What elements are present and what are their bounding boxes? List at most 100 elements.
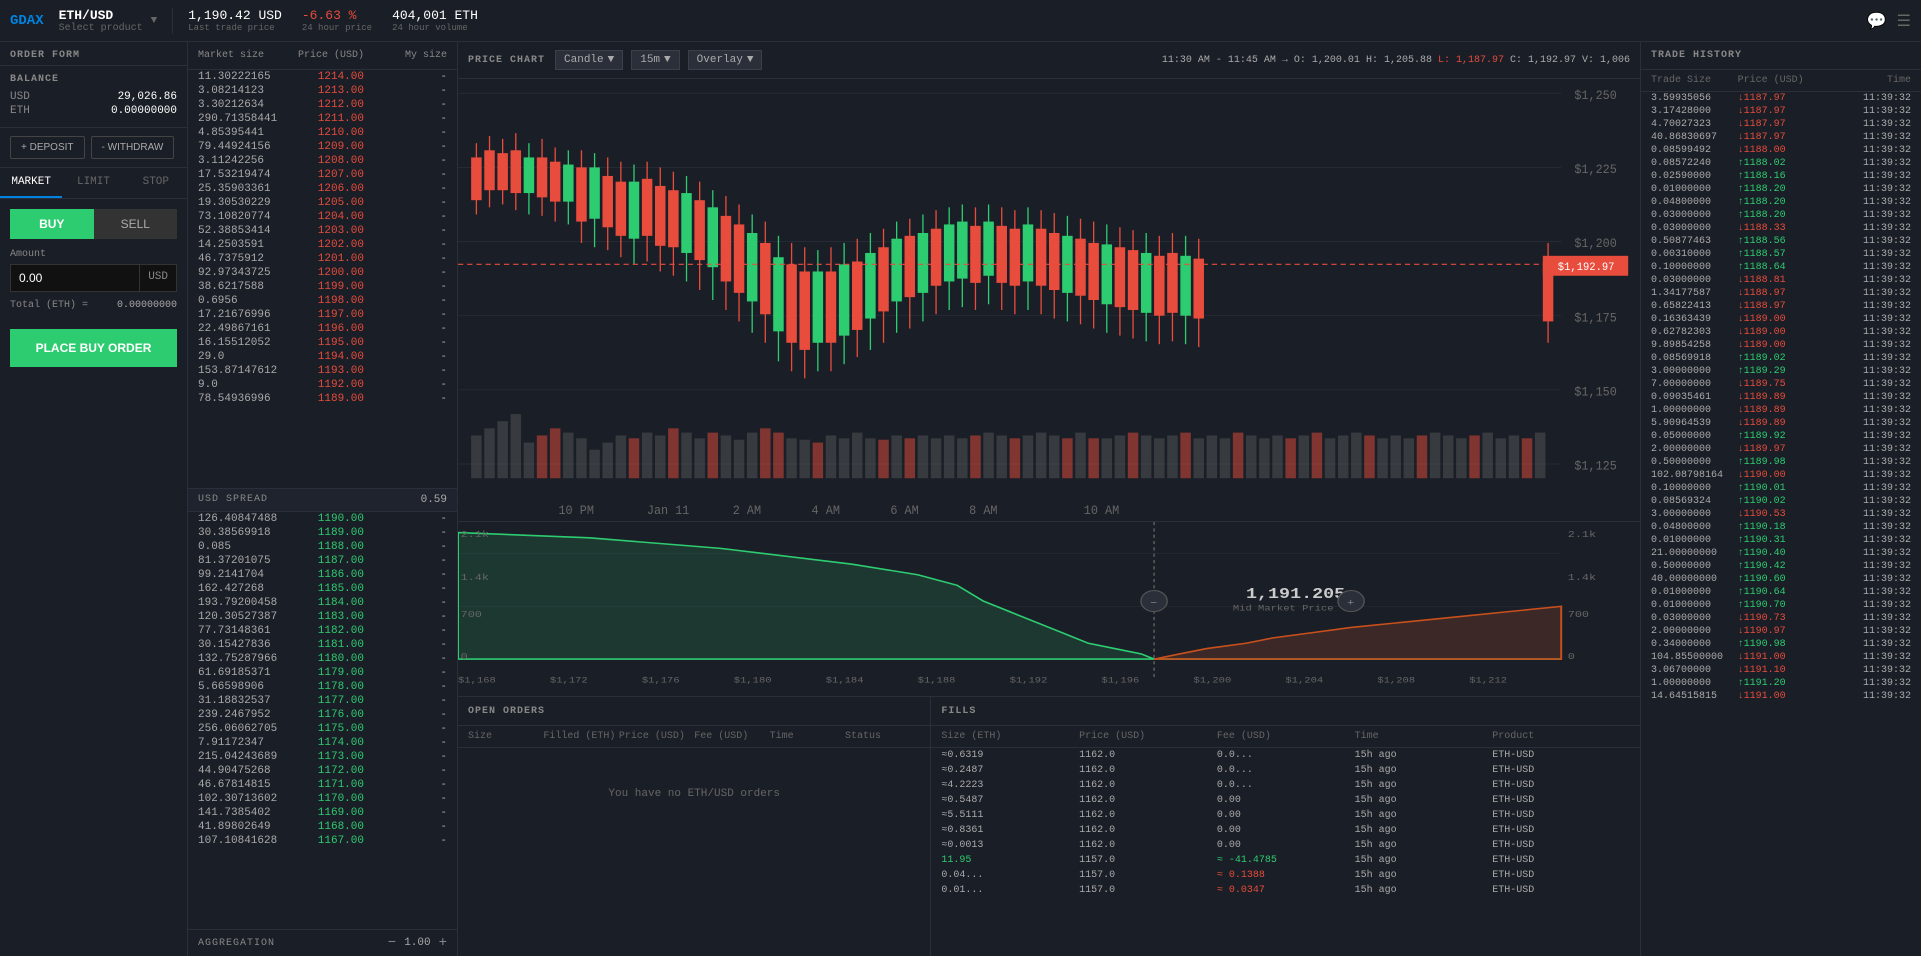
order-book-sell-row: 46.7375912 1201.00 - bbox=[188, 252, 457, 266]
th-trade-time: 11:39:32 bbox=[1824, 340, 1911, 351]
ob-sell-price: 1207.00 bbox=[281, 169, 364, 181]
deposit-button[interactable]: + DEPOSIT bbox=[10, 136, 85, 159]
th-trade-size: 4.70027323 bbox=[1651, 119, 1738, 130]
ob-buy-size: 215.04243689 bbox=[198, 751, 281, 763]
th-trade-time: 11:39:32 bbox=[1824, 405, 1911, 416]
svg-text:$1,208: $1,208 bbox=[1377, 675, 1415, 685]
tab-stop[interactable]: STOP bbox=[125, 168, 187, 198]
chart-type-label: Candle bbox=[564, 54, 604, 66]
th-trade-time: 11:39:32 bbox=[1824, 457, 1911, 468]
tab-market[interactable]: MARKET bbox=[0, 168, 62, 198]
ob-sell-mysize: - bbox=[364, 365, 447, 377]
agg-minus-button[interactable]: − bbox=[388, 935, 396, 951]
th-trade-size: 0.10000000 bbox=[1651, 262, 1738, 273]
fills-row: 0.01... 1157.0 ≈ 0.0347 15h ago ETH-USD bbox=[931, 883, 1640, 898]
ob-sell-mysize: - bbox=[364, 267, 447, 279]
chevron-down-icon[interactable]: ▼ bbox=[151, 15, 158, 27]
th-trade-time: 11:39:32 bbox=[1824, 314, 1911, 325]
timeframe-dropdown[interactable]: 15m ▼ bbox=[631, 50, 679, 70]
menu-icon[interactable]: ☰ bbox=[1897, 11, 1911, 31]
ob-sell-size: 17.21676996 bbox=[198, 309, 281, 321]
ob-buy-size: 5.66598906 bbox=[198, 681, 281, 693]
th-trade-time: 11:39:32 bbox=[1824, 522, 1911, 533]
svg-text:$1,125: $1,125 bbox=[1574, 459, 1617, 474]
th-trade-price: ↓1191.00 bbox=[1738, 691, 1825, 702]
ob-sell-mysize: - bbox=[364, 225, 447, 237]
chart-type-dropdown[interactable]: Candle ▼ bbox=[555, 50, 623, 70]
fill-size: ≈0.8361 bbox=[941, 825, 1079, 836]
svg-text:$1,192: $1,192 bbox=[1010, 675, 1048, 685]
th-trade-price: ↑1189.92 bbox=[1738, 431, 1825, 442]
th-trade-time: 11:39:32 bbox=[1824, 626, 1911, 637]
th-trade-size: 0.03000000 bbox=[1651, 275, 1738, 286]
order-book-buy-row: 5.66598906 1178.00 - bbox=[188, 680, 457, 694]
order-book-sell-row: 153.87147612 1193.00 - bbox=[188, 364, 457, 378]
amount-label: Amount bbox=[10, 249, 177, 260]
ob-buy-size: 126.40847488 bbox=[198, 513, 281, 525]
trade-history-row: 0.01000000 ↑1190.31 11:39:32 bbox=[1641, 534, 1921, 547]
trade-history-row: 0.50877463 ↑1188.56 11:39:32 bbox=[1641, 235, 1921, 248]
th-trade-size: 0.01000000 bbox=[1651, 184, 1738, 195]
order-book-buy-row: 239.2467952 1176.00 - bbox=[188, 708, 457, 722]
th-trade-size: 1.00000000 bbox=[1651, 405, 1738, 416]
agg-plus-button[interactable]: + bbox=[439, 935, 447, 951]
fill-size: 0.04... bbox=[941, 870, 1079, 881]
overlay-dropdown[interactable]: Overlay ▼ bbox=[688, 50, 763, 70]
fill-price: 1162.0 bbox=[1079, 780, 1217, 791]
ob-sell-price: 1196.00 bbox=[281, 323, 364, 335]
place-order-button[interactable]: PLACE BUY ORDER bbox=[10, 329, 177, 367]
ob-buy-price: 1173.00 bbox=[281, 751, 364, 763]
order-book-buy-row: 31.18832537 1177.00 - bbox=[188, 694, 457, 708]
th-trade-price: ↓1189.75 bbox=[1738, 379, 1825, 390]
trade-history-row: 1.34177587 ↓1188.97 11:39:32 bbox=[1641, 287, 1921, 300]
ob-buy-price: 1185.00 bbox=[281, 583, 364, 595]
svg-text:2.1k: 2.1k bbox=[1568, 530, 1596, 541]
fill-price: 1157.0 bbox=[1079, 870, 1217, 881]
ob-sell-price: 1194.00 bbox=[281, 351, 364, 363]
fill-size: ≈0.5487 bbox=[941, 795, 1079, 806]
volume-label: 24 hour volume bbox=[392, 23, 478, 33]
th-trade-size: 104.85500000 bbox=[1651, 652, 1738, 663]
ob-sell-size: 14.2503591 bbox=[198, 239, 281, 251]
ob-buy-price: 1184.00 bbox=[281, 597, 364, 609]
ob-sell-mysize: - bbox=[364, 71, 447, 83]
ob-buy-mysize: - bbox=[364, 723, 447, 735]
timeframe-chevron: ▼ bbox=[664, 54, 671, 66]
ob-sell-mysize: - bbox=[364, 295, 447, 307]
ob-buy-mysize: - bbox=[364, 541, 447, 553]
tab-limit[interactable]: LIMIT bbox=[62, 168, 124, 198]
ob-sell-size: 22.49867161 bbox=[198, 323, 281, 335]
amount-input[interactable] bbox=[11, 265, 139, 291]
th-trade-time: 11:39:32 bbox=[1824, 548, 1911, 559]
order-book-buy-row: 215.04243689 1173.00 - bbox=[188, 750, 457, 764]
ob-sell-size: 4.85395441 bbox=[198, 127, 281, 139]
th-trade-time: 11:39:32 bbox=[1824, 197, 1911, 208]
order-book-buy-row: 141.7385402 1169.00 - bbox=[188, 806, 457, 820]
th-trade-size: 40.86830697 bbox=[1651, 132, 1738, 143]
buy-button[interactable]: BUY bbox=[10, 209, 94, 239]
ob-buy-size: 7.91172347 bbox=[198, 737, 281, 749]
fill-product: ETH-USD bbox=[1492, 825, 1630, 836]
logo: GDAX bbox=[10, 13, 44, 29]
ob-sell-price: 1203.00 bbox=[281, 225, 364, 237]
order-book-buy-row: 120.30527387 1183.00 - bbox=[188, 610, 457, 624]
ob-buy-size: 239.2467952 bbox=[198, 709, 281, 721]
ob-sell-mysize: - bbox=[364, 169, 447, 181]
svg-text:Jan 11: Jan 11 bbox=[647, 503, 690, 518]
trading-pair[interactable]: ETH/USD bbox=[59, 8, 143, 23]
th-trade-price: ↓1187.97 bbox=[1738, 132, 1825, 143]
chat-icon[interactable]: 💬 bbox=[1867, 11, 1887, 31]
sell-button[interactable]: SELL bbox=[94, 209, 178, 239]
withdraw-button[interactable]: - WITHDRAW bbox=[91, 136, 175, 159]
svg-text:2 AM: 2 AM bbox=[733, 503, 761, 518]
trade-history-panel: TRADE HISTORY Trade Size Price (USD) Tim… bbox=[1641, 42, 1921, 956]
th-trade-price: ↓1187.97 bbox=[1738, 106, 1825, 117]
th-trade-size: 0.09035461 bbox=[1651, 392, 1738, 403]
ob-sell-price: 1192.00 bbox=[281, 379, 364, 391]
open-orders-title: OPEN ORDERS bbox=[468, 706, 545, 717]
ob-sell-mysize: - bbox=[364, 211, 447, 223]
fill-fee: ≈ 0.0347 bbox=[1217, 885, 1355, 896]
depth-chart-container: − 1,191.205 + Mid Market Price 2.1k 1.4k… bbox=[458, 521, 1640, 696]
fill-fee: ≈ 0.1388 bbox=[1217, 870, 1355, 881]
ob-sell-price: 1205.00 bbox=[281, 197, 364, 209]
